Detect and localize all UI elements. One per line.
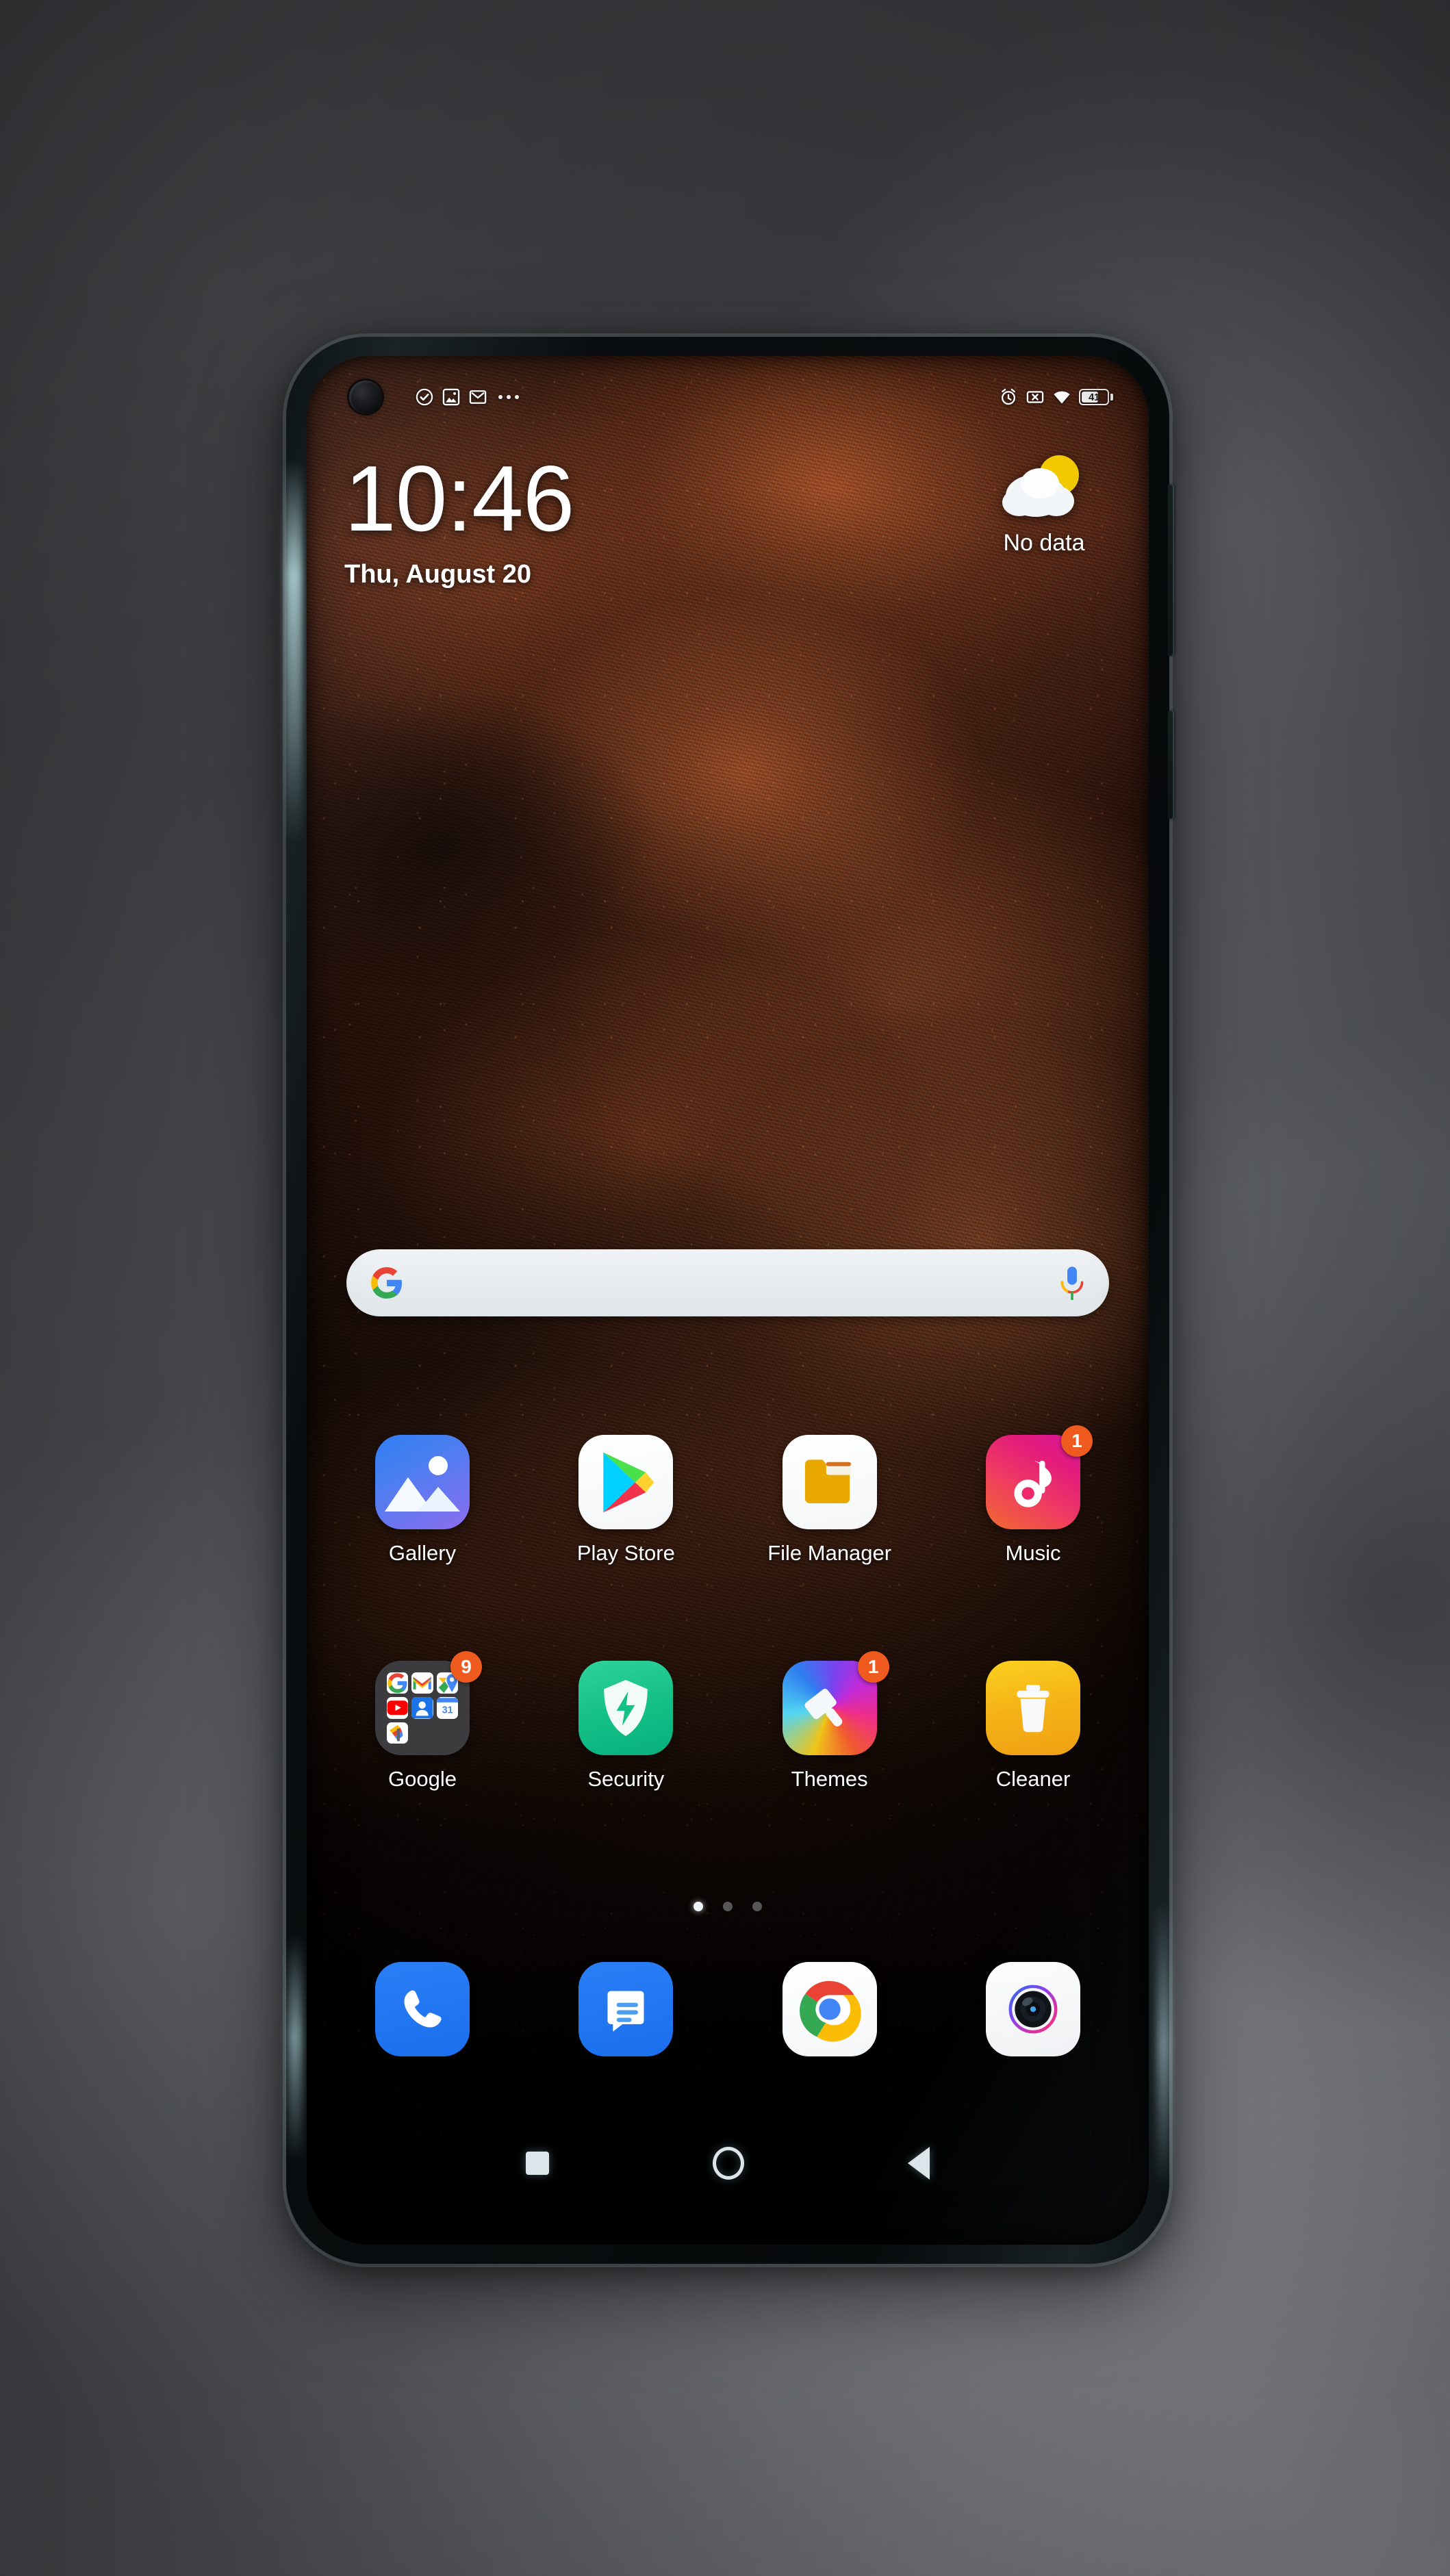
security-icon — [578, 1661, 674, 1755]
app-security[interactable]: Security — [535, 1661, 717, 1791]
dock-app-chrome[interactable] — [739, 1962, 921, 2056]
chrome-icon — [782, 1962, 877, 2056]
clock-date: Thu, August 20 — [344, 560, 532, 589]
app-label: Security — [587, 1767, 665, 1791]
app-label: Google — [388, 1767, 457, 1791]
phone-icon — [375, 1962, 470, 2056]
app-gallery[interactable]: Gallery — [331, 1435, 513, 1566]
gallery-icon — [375, 1435, 470, 1529]
notification-badge: 9 — [450, 1651, 482, 1683]
app-label: Themes — [791, 1767, 868, 1791]
app-play-store[interactable]: Play Store — [535, 1435, 717, 1566]
app-label: Play Store — [576, 1541, 675, 1565]
status-bar-left-icons — [415, 387, 519, 407]
gmail-notification-icon — [469, 390, 487, 404]
svg-text:31: 31 — [442, 1705, 453, 1716]
home-button[interactable] — [712, 2147, 744, 2180]
folder-mini-grid: 31 — [387, 1672, 458, 1744]
more-notifications-icon — [498, 395, 519, 399]
search-input[interactable] — [404, 1249, 1058, 1316]
wifi-icon — [1054, 391, 1070, 404]
photo-scene: 41 10:46 Thu, August 20 No data Gallery … — [0, 0, 1450, 2576]
page-dot-1[interactable] — [694, 1902, 703, 1911]
calendar-icon: 31 — [436, 1697, 458, 1719]
alarm-icon — [1001, 388, 1016, 405]
frame-highlight-bottom-left — [288, 1935, 303, 2161]
contacts-icon — [411, 1697, 433, 1719]
play-store-icon — [578, 1435, 674, 1529]
messages-icon — [578, 1962, 674, 2056]
weather-widget[interactable]: No data — [972, 450, 1116, 557]
back-button[interactable] — [908, 2147, 930, 2180]
google-search-bar[interactable] — [346, 1249, 1109, 1316]
power-button[interactable] — [1168, 710, 1174, 819]
google-search-icon — [387, 1672, 409, 1694]
google-one-icon — [387, 1722, 409, 1744]
battery-level-text: 41 — [1088, 391, 1100, 403]
app-label: File Manager — [767, 1541, 892, 1565]
app-file-manager[interactable]: File Manager — [739, 1435, 921, 1566]
app-music[interactable]: 1 Music — [942, 1425, 1124, 1566]
notification-badge: 1 — [857, 1651, 889, 1683]
status-bar: 41 — [307, 377, 1149, 418]
app-grid-row-1: Gallery Play Store File Manager 1 Music — [331, 1425, 1124, 1566]
status-bar-right-icons: 41 — [999, 387, 1113, 407]
app-grid-row-2: 9 31 Google Security 1 Themes Cleaner — [331, 1651, 1124, 1791]
gmail-icon — [411, 1672, 433, 1694]
sun-behind-cloud-icon — [1002, 455, 1079, 517]
file-manager-icon — [782, 1435, 877, 1529]
app-cleaner[interactable]: Cleaner — [942, 1661, 1124, 1791]
navigation-bar — [307, 2126, 1149, 2201]
clock-widget[interactable]: 10:46 Thu, August 20 — [344, 452, 574, 589]
clock-time: 10:46 — [344, 446, 574, 550]
weather-status-text: No data — [1003, 530, 1085, 556]
dock — [331, 1962, 1124, 2056]
app-google-folder[interactable]: 9 31 Google — [331, 1651, 513, 1791]
frame-highlight-left — [285, 460, 303, 843]
frame-highlight-right — [1157, 1901, 1171, 2189]
page-dot-2[interactable] — [723, 1902, 733, 1911]
app-label: Music — [1005, 1541, 1061, 1565]
page-dot-3[interactable] — [752, 1902, 762, 1911]
app-label: Cleaner — [995, 1767, 1071, 1791]
no-sim-icon — [1026, 391, 1044, 403]
app-label: Gallery — [388, 1541, 457, 1565]
task-complete-icon — [416, 388, 433, 406]
youtube-icon — [387, 1697, 409, 1719]
smartphone-device: 41 10:46 Thu, August 20 No data Gallery … — [285, 337, 1174, 2264]
photos-notification-icon — [442, 388, 460, 406]
phone-screen: 41 10:46 Thu, August 20 No data Gallery … — [307, 356, 1149, 2245]
dock-app-phone[interactable] — [331, 1962, 513, 2056]
battery-icon: 41 — [1079, 389, 1113, 405]
volume-rocker[interactable] — [1168, 484, 1174, 656]
page-indicator[interactable] — [307, 1902, 1149, 1911]
dock-app-messages[interactable] — [535, 1962, 717, 2056]
notification-badge: 1 — [1060, 1425, 1093, 1457]
dock-app-camera[interactable] — [942, 1962, 1124, 2056]
google-g-icon — [371, 1267, 402, 1299]
cleaner-icon — [985, 1661, 1080, 1755]
microphone-icon[interactable] — [1058, 1266, 1086, 1300]
app-themes[interactable]: 1 Themes — [739, 1651, 921, 1791]
camera-icon — [985, 1962, 1080, 2056]
recents-button[interactable] — [525, 2152, 549, 2175]
